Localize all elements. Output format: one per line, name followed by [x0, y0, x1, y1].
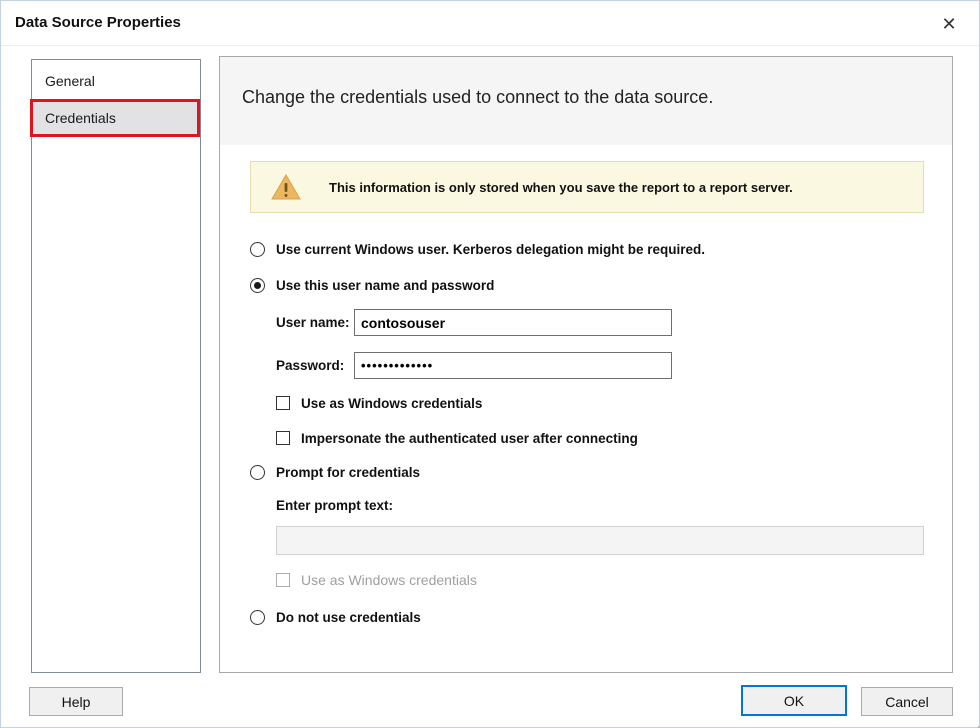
warning-triangle-icon: [271, 174, 301, 200]
sidebar-item-label: Credentials: [45, 110, 116, 126]
prompt-text-input: [276, 526, 924, 555]
checkbox-windows-credentials-prompt: Use as Windows credentials: [276, 570, 477, 590]
radio-icon: [250, 465, 265, 480]
password-input[interactable]: [354, 352, 672, 379]
help-button[interactable]: Help: [29, 687, 123, 716]
sidebar-item-general[interactable]: General: [32, 63, 200, 100]
titlebar: Data Source Properties ✕: [1, 1, 979, 46]
radio-current-windows-user[interactable]: Use current Windows user. Kerberos deleg…: [250, 239, 705, 259]
password-row: Password:: [276, 352, 672, 379]
warning-banner: This information is only stored when you…: [250, 161, 924, 213]
checkbox-disabled-icon: [276, 573, 290, 587]
radio-no-credentials[interactable]: Do not use credentials: [250, 607, 421, 627]
radio-icon: [250, 610, 265, 625]
ok-button[interactable]: OK: [741, 685, 847, 716]
warning-text: This information is only stored when you…: [329, 180, 793, 195]
close-icon[interactable]: ✕: [935, 11, 963, 37]
resize-grip[interactable]: [972, 720, 974, 722]
radio-label: Do not use credentials: [276, 610, 421, 625]
radio-selected-icon: [250, 278, 265, 293]
username-label: User name:: [276, 315, 354, 330]
checkbox-label: Use as Windows credentials: [301, 396, 482, 411]
checkbox-icon: [276, 431, 290, 445]
dialog-title: Data Source Properties: [15, 14, 181, 31]
sidebar-item-label: General: [45, 73, 95, 89]
radio-username-password[interactable]: Use this user name and password: [250, 275, 494, 295]
password-label: Password:: [276, 358, 354, 373]
checkbox-label: Use as Windows credentials: [301, 572, 477, 588]
pane-heading: Change the credentials used to connect t…: [242, 87, 713, 108]
prompt-text-label: Enter prompt text:: [276, 498, 393, 513]
checkbox-impersonate[interactable]: Impersonate the authenticated user after…: [276, 428, 638, 448]
radio-icon: [250, 242, 265, 257]
sidebar-item-credentials[interactable]: Credentials: [32, 100, 200, 137]
checkbox-label: Impersonate the authenticated user after…: [301, 431, 638, 446]
username-row: User name:: [276, 309, 672, 336]
pane-header: Change the credentials used to connect t…: [220, 57, 952, 145]
username-input[interactable]: [354, 309, 672, 336]
radio-label: Prompt for credentials: [276, 465, 420, 480]
radio-label: Use this user name and password: [276, 278, 494, 293]
checkbox-icon: [276, 396, 290, 410]
credentials-pane: Change the credentials used to connect t…: [219, 56, 953, 673]
checkbox-windows-credentials[interactable]: Use as Windows credentials: [276, 393, 482, 413]
radio-prompt-credentials[interactable]: Prompt for credentials: [250, 462, 420, 482]
radio-label: Use current Windows user. Kerberos deleg…: [276, 242, 705, 257]
data-source-properties-dialog: Data Source Properties ✕ General Credent…: [0, 0, 980, 728]
sidebar: General Credentials: [31, 59, 201, 673]
cancel-button[interactable]: Cancel: [861, 687, 953, 716]
